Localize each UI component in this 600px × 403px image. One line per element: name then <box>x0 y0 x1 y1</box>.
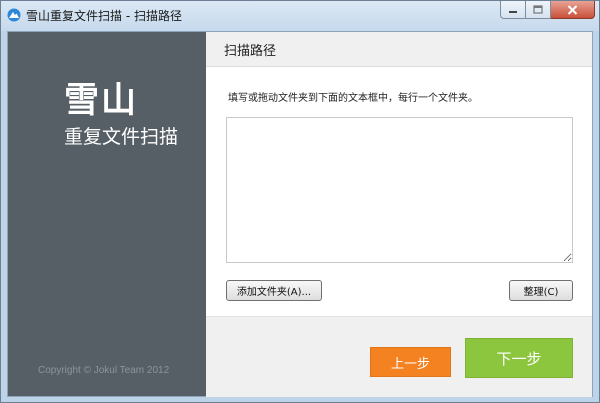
close-icon <box>567 4 578 15</box>
snow-mountain-app-icon <box>7 8 21 22</box>
maximize-button[interactable] <box>526 1 551 19</box>
wizard-footer: 上一步 下一步 <box>206 316 592 397</box>
add-folder-button[interactable]: 添加文件夹(A)... <box>226 280 322 301</box>
main-window: 雪山重复文件扫描 - 扫描路径 雪山 重复文件扫描 Copyright © Jo… <box>0 0 600 403</box>
instruction-text: 填写或拖动文件夹到下面的文本框中，每行一个文件夹。 <box>228 93 478 104</box>
next-step-button[interactable]: 下一步 <box>465 338 573 378</box>
window-controls <box>500 1 595 21</box>
window-title: 雪山重复文件扫描 - 扫描路径 <box>26 9 182 23</box>
copyright-text: Copyright © Jokul Team 2012 <box>38 365 170 376</box>
logo-title: 雪山 <box>64 81 139 121</box>
folder-paths-textarea[interactable] <box>226 117 573 263</box>
previous-step-button[interactable]: 上一步 <box>370 347 451 377</box>
minimize-icon <box>509 10 517 13</box>
minimize-button[interactable] <box>500 1 526 19</box>
page-header: 扫描路径 <box>206 32 592 67</box>
content-panel: 填写或拖动文件夹到下面的文本框中，每行一个文件夹。 添加文件夹(A)... 整理… <box>206 67 592 316</box>
page-title: 扫描路径 <box>224 44 277 59</box>
wizard-client-area: 雪山 重复文件扫描 Copyright © Jokul Team 2012 扫描… <box>7 31 593 397</box>
tidy-button[interactable]: 整理(C) <box>509 280 573 301</box>
close-button[interactable] <box>551 1 595 19</box>
sidebar: 雪山 重复文件扫描 Copyright © Jokul Team 2012 <box>8 32 206 396</box>
logo-subtitle: 重复文件扫描 <box>64 126 179 148</box>
maximize-icon <box>533 5 543 14</box>
title-bar[interactable]: 雪山重复文件扫描 - 扫描路径 <box>1 1 599 31</box>
